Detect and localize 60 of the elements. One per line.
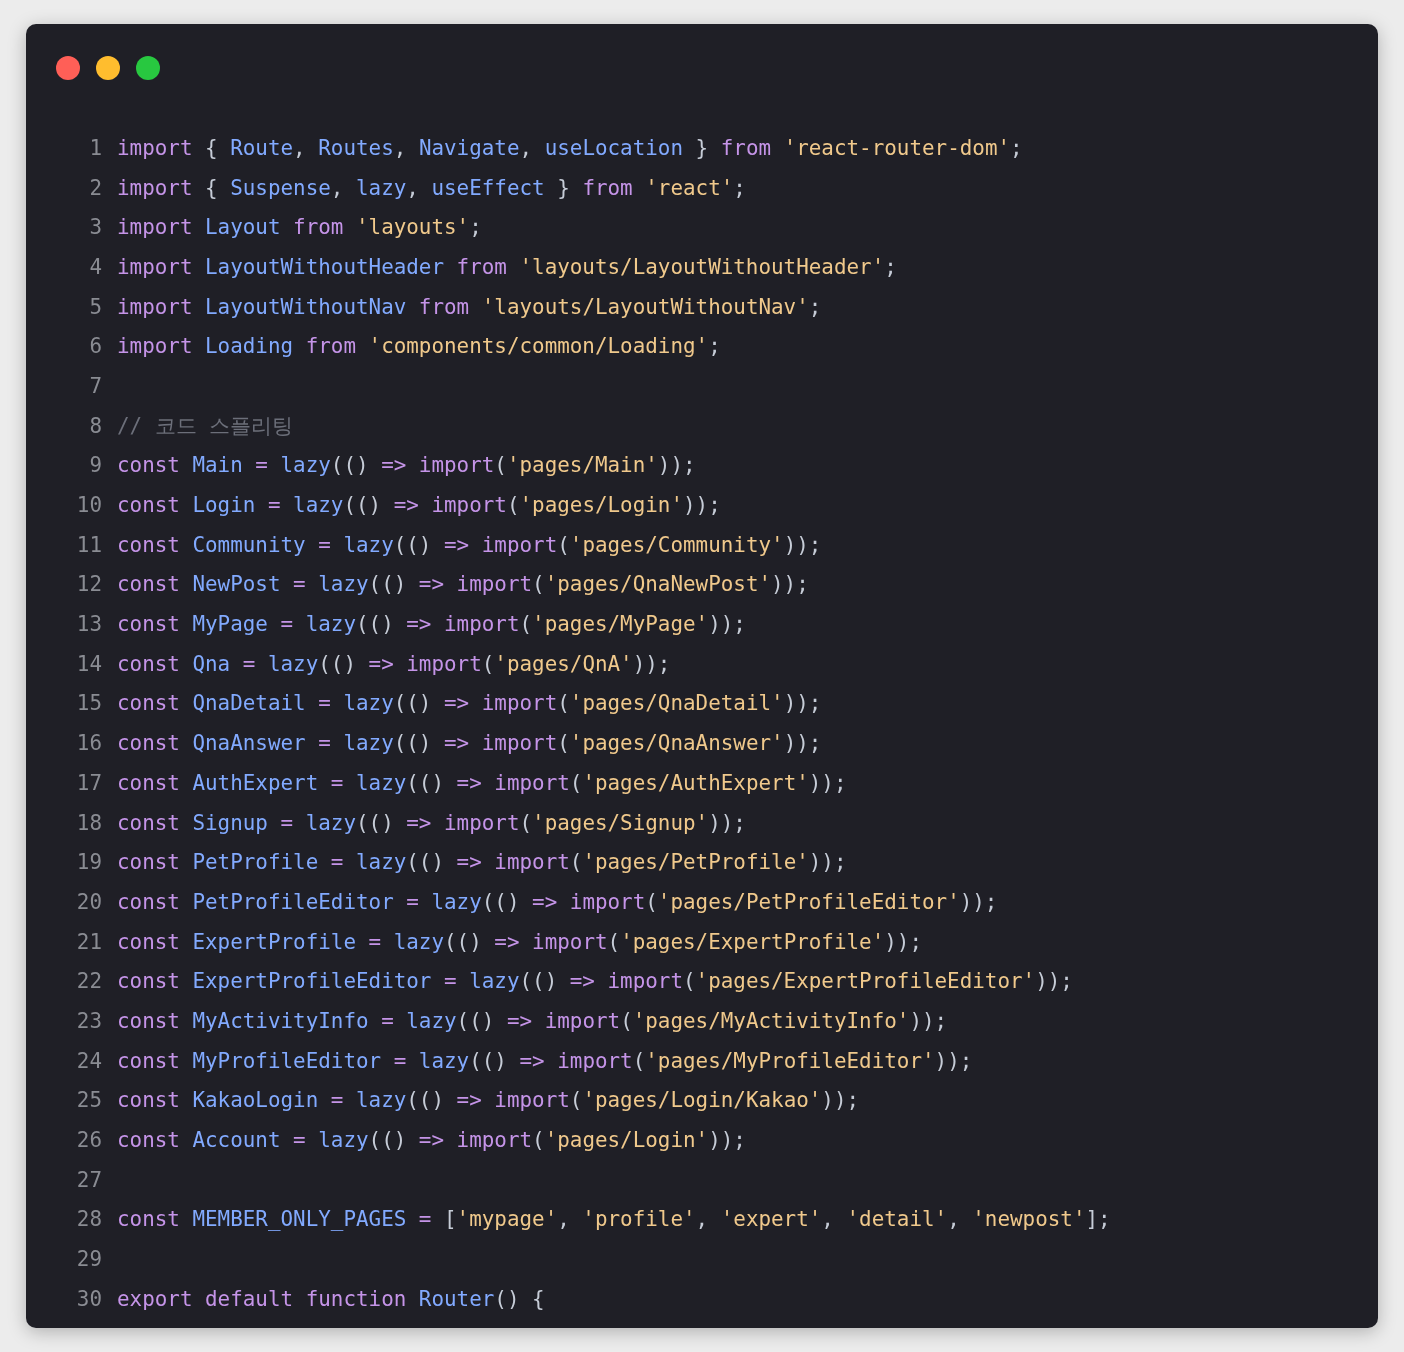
code-line: const ExpertProfileEditor = lazy(() => import('pages/ExpertProfileEditor')); [117,969,1073,994]
line-number: 25 [75,1088,102,1113]
code-line: import LayoutWithoutHeader from 'layouts/LayoutWithoutHeader'; [117,254,897,279]
code-line: const Account = lazy(() => import('pages/Login')); [117,1128,746,1153]
code-line: import LayoutWithoutNav from 'layouts/LayoutWithoutNav'; [117,294,822,319]
line-number: 12 [75,572,102,597]
code-line: const MyProfileEditor = lazy(() => import('pages/MyProfileEditor')); [117,1048,973,1073]
line-number: 18 [75,810,102,835]
code-line: const MyPage = lazy(() => import('pages/MyPage')); [117,612,746,637]
line-number: 30 [75,1286,102,1311]
code-line: const MyActivityInfo = lazy(() => import('pages/MyActivityInfo')); [117,1008,948,1033]
line-number: 11 [75,532,102,557]
code-line: const AuthExpert = lazy(() => import('pages/AuthExpert')); [117,770,847,795]
line-number: 2 [88,175,102,200]
line-number: 15 [75,691,102,716]
line-number: 22 [75,969,102,994]
line-number: 24 [75,1048,102,1073]
line-number: 5 [88,294,102,319]
line-number: 17 [75,770,102,795]
line-number: 21 [75,929,102,954]
code-line: const MEMBER_ONLY_PAGES = ['mypage', 'profile', 'expert', 'detail', 'newpost']; [117,1207,1111,1232]
line-number: 7 [88,373,102,398]
code-line: const Signup = lazy(() => import('pages/Signup')); [117,810,746,835]
code-line: const PetProfileEditor = lazy(() => import('pages/PetProfileEditor')); [117,889,998,914]
line-number: 28 [75,1207,102,1232]
line-number: 3 [88,215,102,240]
code-comment: // 코드 스플리팅 [117,412,294,440]
line-number: 1 [88,135,102,160]
close-button[interactable] [56,56,80,80]
line-number: 4 [88,254,102,279]
code-line: import Loading from 'components/common/Loading'; [117,334,721,359]
code-line: const PetProfile = lazy(() => import('pages/PetProfile')); [117,850,847,875]
minimize-button[interactable] [96,56,120,80]
line-number: 14 [75,651,102,676]
line-number: 20 [75,889,102,914]
code-line: const Qna = lazy(() => import('pages/QnA')); [117,651,671,676]
code-line: import { Route, Routes, Navigate, useLocation } from 'react-router-dom'; [117,135,1023,160]
code-line: import Layout from 'layouts'; [117,215,482,240]
line-number: 23 [75,1008,102,1033]
code-line: const Community = lazy(() => import('pages/Community')); [117,532,822,557]
code-line: const KakaoLogin = lazy(() => import('pages/Login/Kakao')); [117,1088,860,1113]
line-number: 27 [75,1167,102,1192]
line-number: 19 [75,850,102,875]
code-line: const QnaDetail = lazy(() => import('pages/QnaDetail')); [117,691,822,716]
code-line: const QnaAnswer = lazy(() => import('pages/QnaAnswer')); [117,731,822,756]
code-line: const Login = lazy(() => import('pages/Login')); [117,493,721,518]
code-line: const Main = lazy(() => import('pages/Main')); [117,453,696,478]
code-line: const ExpertProfile = lazy(() => import('pages/ExpertProfile')); [117,929,922,954]
line-number: 9 [88,453,102,478]
line-number: 16 [75,731,102,756]
code-line: const NewPost = lazy(() => import('pages/QnaNewPost')); [117,572,809,597]
code-line: import { Suspense, lazy, useEffect } from 'react'; [117,175,746,200]
code-line: export default function Router() { [117,1286,545,1311]
line-number: 8 [88,413,102,438]
line-number: 26 [75,1128,102,1153]
line-number: 10 [75,493,102,518]
line-number: 13 [75,612,102,637]
zoom-button[interactable] [136,56,160,80]
line-number: 29 [75,1247,102,1272]
line-number: 6 [88,334,102,359]
